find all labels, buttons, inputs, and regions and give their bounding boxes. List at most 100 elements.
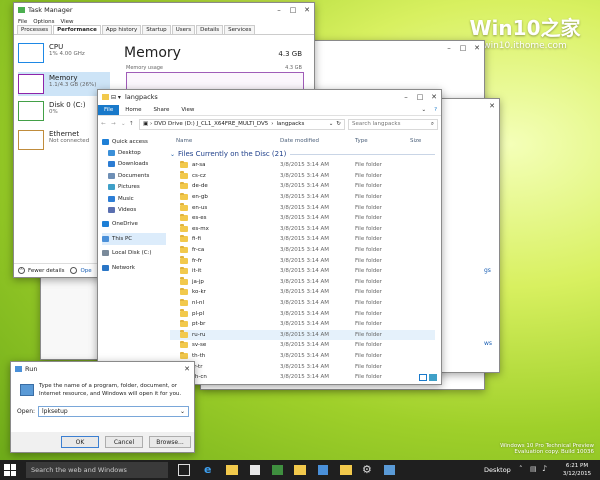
tab-services[interactable]: Services bbox=[224, 25, 256, 34]
tm-minimize-button[interactable]: – bbox=[272, 3, 286, 17]
file-row[interactable]: pt-br 3/8/2015 3:14 AM File folder bbox=[170, 319, 435, 330]
close-button[interactable]: ✕ bbox=[470, 41, 484, 55]
file-row[interactable]: nl-nl 3/8/2015 3:14 AM File folder bbox=[170, 298, 435, 309]
control-panel-icon[interactable] bbox=[318, 465, 328, 475]
nav-music[interactable]: Music bbox=[102, 193, 166, 204]
tm-maximize-button[interactable]: □ bbox=[286, 3, 300, 17]
nav-documents[interactable]: Documents bbox=[102, 170, 166, 181]
start-button[interactable] bbox=[4, 464, 16, 476]
file-row[interactable]: ru-ru 3/8/2015 3:14 AM File folder bbox=[170, 329, 435, 341]
details-view-icon[interactable] bbox=[419, 374, 427, 381]
explorer-taskbar-icon-2[interactable] bbox=[340, 465, 352, 475]
file-row[interactable]: ar-sa 3/8/2015 3:14 AM File folder bbox=[170, 160, 435, 171]
address-bar[interactable]: ▣ › DVD Drive (D:) J_CL1_X64FRE_MULTI_DV… bbox=[139, 118, 345, 130]
refresh-icon[interactable]: ↻ bbox=[336, 121, 341, 127]
file-row[interactable]: en-gb 3/8/2015 3:14 AM File folder bbox=[170, 192, 435, 203]
run-taskbar-icon[interactable] bbox=[384, 465, 395, 475]
close-button-2[interactable]: ✕ bbox=[485, 99, 499, 113]
settings-icon[interactable]: ⚙ bbox=[362, 463, 372, 476]
file-row[interactable]: th-th 3/8/2015 3:14 AM File folder bbox=[170, 351, 435, 362]
address-segment-langpacks[interactable]: langpacks bbox=[277, 121, 305, 127]
tab-performance[interactable]: Performance bbox=[53, 25, 101, 34]
tray-expand-icon[interactable]: ˄ bbox=[519, 465, 523, 473]
col-type[interactable]: Type bbox=[355, 138, 368, 144]
maximize-button[interactable]: □ bbox=[456, 41, 470, 55]
explorer-maximize-button[interactable]: □ bbox=[413, 90, 427, 104]
nav-pictures[interactable]: Pictures bbox=[102, 182, 166, 193]
explorer-taskbar-icon[interactable] bbox=[294, 465, 306, 475]
run-open-input[interactable]: lpksetup ⌄ bbox=[38, 406, 189, 417]
file-row[interactable]: zh-cn 3/8/2015 3:14 AM File folder bbox=[170, 372, 435, 383]
col-name[interactable]: Name bbox=[176, 138, 192, 144]
perf-item-cpu[interactable]: CPU 1% 4.00 GHz bbox=[18, 43, 110, 67]
file-row[interactable]: es-es 3/8/2015 3:14 AM File folder bbox=[170, 213, 435, 224]
file-row[interactable]: fr-fr 3/8/2015 3:14 AM File folder bbox=[170, 255, 435, 266]
volume-icon[interactable]: ♪ bbox=[542, 464, 547, 473]
qat-icon[interactable]: ⊟ ▾ bbox=[111, 94, 121, 101]
file-row[interactable]: ko-kr 3/8/2015 3:14 AM File folder bbox=[170, 287, 435, 298]
file-row[interactable]: es-mx 3/8/2015 3:14 AM File folder bbox=[170, 224, 435, 235]
ok-button[interactable]: OK bbox=[61, 436, 99, 448]
back-icon[interactable]: ← bbox=[101, 121, 111, 127]
group-collapse-icon[interactable]: ⌄ bbox=[170, 151, 175, 158]
nav-this-pc[interactable]: This PC bbox=[102, 233, 166, 245]
collapse-icon[interactable]: ⌃ bbox=[18, 267, 25, 274]
task-manager-taskbar-icon[interactable] bbox=[272, 465, 283, 475]
file-explorer-icon[interactable] bbox=[226, 465, 238, 475]
file-row[interactable]: cs-cz 3/8/2015 3:14 AM File folder bbox=[170, 171, 435, 182]
task-view-icon[interactable] bbox=[178, 464, 190, 476]
nav-onedrive[interactable]: OneDrive bbox=[102, 219, 166, 230]
taskbar-clock[interactable]: 6:21 PM 3/12/2015 bbox=[556, 462, 598, 478]
run-close-button[interactable]: ✕ bbox=[180, 362, 194, 376]
store-icon[interactable] bbox=[250, 465, 260, 475]
tab-users[interactable]: Users bbox=[171, 25, 196, 34]
help-icon[interactable]: ? bbox=[430, 107, 441, 113]
tab-startup[interactable]: Startup bbox=[142, 25, 171, 34]
file-row[interactable]: fi-fi 3/8/2015 3:14 AM File folder bbox=[170, 234, 435, 245]
nav-local-disk[interactable]: Local Disk (C:) bbox=[102, 248, 166, 259]
nav-videos[interactable]: Videos bbox=[102, 204, 166, 215]
cancel-button[interactable]: Cancel bbox=[105, 436, 143, 448]
browse-button[interactable]: Browse... bbox=[149, 436, 191, 448]
file-row[interactable]: sv-se 3/8/2015 3:14 AM File folder bbox=[170, 340, 435, 351]
tm-menu-view[interactable]: View bbox=[60, 19, 73, 25]
address-segment-drive[interactable]: DVD Drive (D:) J_CL1_X64FRE_MULTI_DV5 bbox=[154, 121, 268, 127]
file-row[interactable]: en-us 3/8/2015 3:14 AM File folder bbox=[170, 202, 435, 213]
dropdown-icon[interactable]: ⌄ bbox=[180, 408, 185, 415]
file-row[interactable]: ja-jp 3/8/2015 3:14 AM File folder bbox=[170, 277, 435, 288]
ribbon-tab-view[interactable]: View bbox=[175, 105, 200, 115]
browser-icon[interactable]: e bbox=[204, 463, 211, 476]
ribbon-expand-icon[interactable]: ⌄ bbox=[417, 107, 430, 113]
tab-processes[interactable]: Processes bbox=[17, 25, 53, 34]
search-box[interactable]: Search langpacks ⌕ bbox=[348, 118, 438, 130]
explorer-close-button[interactable]: ✕ bbox=[427, 90, 441, 104]
forward-icon[interactable]: → bbox=[111, 121, 121, 127]
file-row[interactable]: it-it 3/8/2015 3:14 AM File folder bbox=[170, 266, 435, 277]
file-row[interactable]: tr-tr 3/8/2015 3:14 AM File folder bbox=[170, 361, 435, 372]
address-dropdown-icon[interactable]: ⌄ bbox=[329, 121, 334, 127]
open-resource-monitor-link[interactable]: Ope bbox=[80, 268, 91, 274]
col-size[interactable]: Size bbox=[410, 138, 421, 144]
tm-close-button[interactable]: ✕ bbox=[300, 3, 314, 17]
tm-menu-options[interactable]: Options bbox=[33, 19, 54, 25]
minimize-button[interactable]: – bbox=[442, 41, 456, 55]
taskbar-search-box[interactable]: Search the web and Windows bbox=[26, 462, 168, 478]
file-row[interactable]: de-de 3/8/2015 3:14 AM File folder bbox=[170, 181, 435, 192]
large-icons-view-icon[interactable] bbox=[429, 374, 437, 381]
up-icon[interactable]: ↑ bbox=[129, 121, 139, 127]
group-header[interactable]: ⌄ Files Currently on the Disc (21) bbox=[170, 149, 435, 159]
ribbon-tab-share[interactable]: Share bbox=[147, 105, 175, 115]
file-row[interactable]: fr-ca 3/8/2015 3:14 AM File folder bbox=[170, 245, 435, 256]
nav-quick-access[interactable]: Quick access bbox=[102, 136, 166, 147]
fewer-details-link[interactable]: Fewer details bbox=[28, 268, 64, 274]
nav-downloads[interactable]: Downloads bbox=[102, 159, 166, 170]
nav-desktop[interactable]: Desktop bbox=[102, 147, 166, 158]
network-tray-icon[interactable]: ▤ bbox=[530, 465, 537, 473]
file-row[interactable]: pl-pl 3/8/2015 3:14 AM File folder bbox=[170, 308, 435, 319]
nav-network[interactable]: Network bbox=[102, 262, 166, 273]
tab-app-history[interactable]: App history bbox=[101, 25, 142, 34]
col-date-modified[interactable]: Date modified bbox=[280, 138, 319, 144]
taskbar-desktop-label[interactable]: Desktop bbox=[484, 466, 511, 474]
explorer-minimize-button[interactable]: – bbox=[399, 90, 413, 104]
tm-menu-file[interactable]: File bbox=[18, 19, 27, 25]
